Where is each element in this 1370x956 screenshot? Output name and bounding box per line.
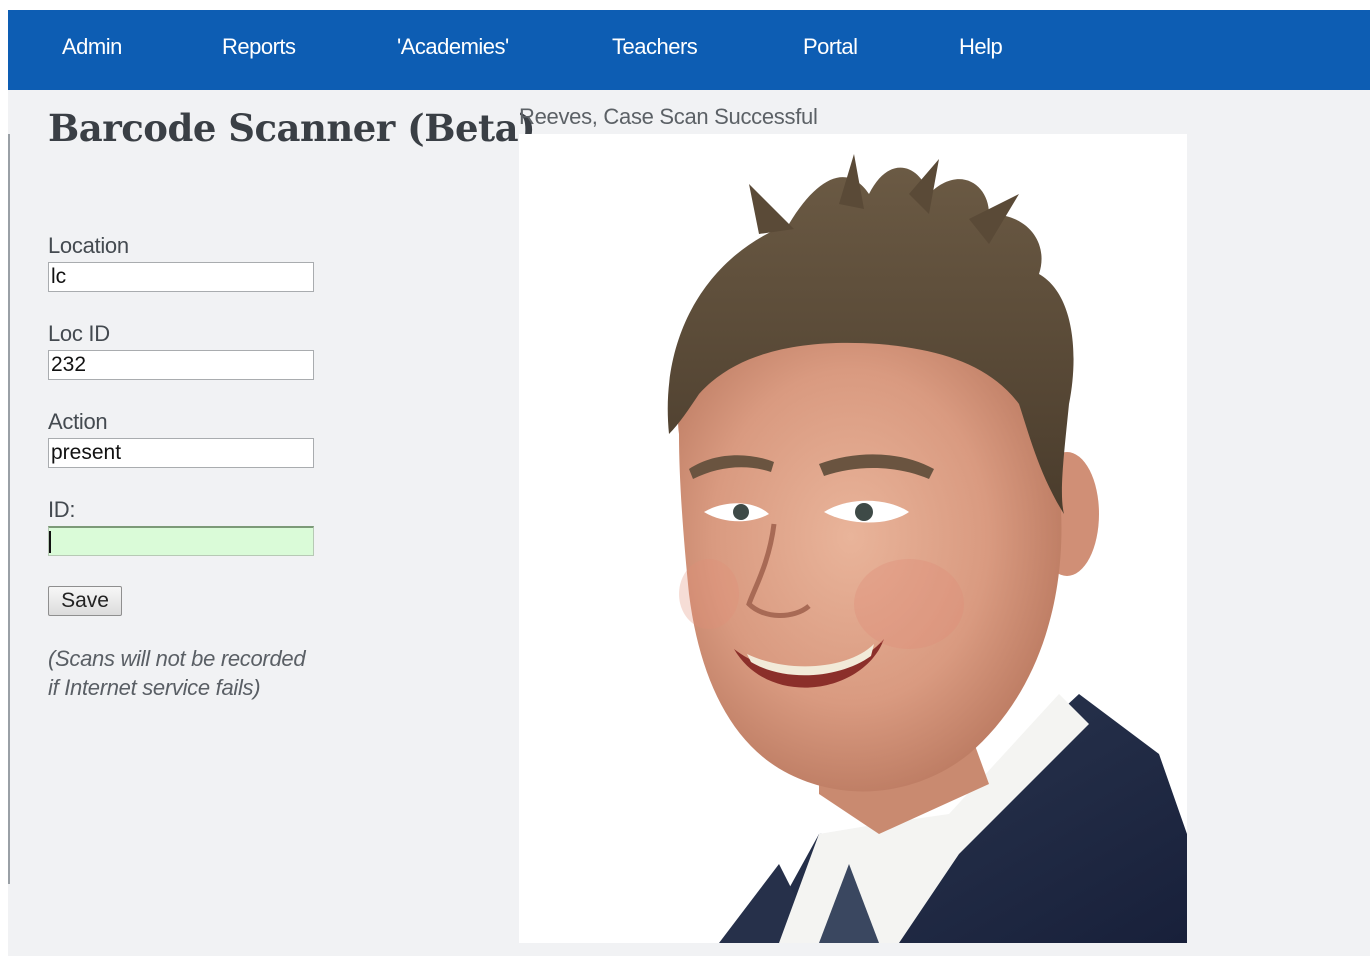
nav-item-reports[interactable]: Reports bbox=[222, 34, 296, 66]
action-input[interactable] bbox=[48, 438, 314, 468]
loc-id-label: Loc ID bbox=[48, 321, 110, 346]
scan-note-line-1: (Scans will not be recorded bbox=[48, 646, 306, 671]
text-caret bbox=[49, 531, 51, 553]
scan-note: (Scans will not be recorded if Internet … bbox=[48, 644, 348, 702]
nav-item-portal[interactable]: Portal bbox=[803, 34, 858, 66]
left-border bbox=[8, 134, 10, 884]
top-nav: Admin Reports 'Academies' Teachers Porta… bbox=[8, 10, 1370, 90]
student-photo bbox=[519, 134, 1187, 943]
nav-item-teachers[interactable]: Teachers bbox=[612, 34, 698, 66]
scan-note-line-2: if Internet service fails) bbox=[48, 675, 261, 700]
id-input[interactable] bbox=[48, 526, 314, 556]
location-label: Location bbox=[48, 233, 129, 258]
scan-status: Reeves, Case Scan Successful bbox=[519, 104, 818, 129]
nav-item-help[interactable]: Help bbox=[959, 34, 1003, 66]
location-input[interactable] bbox=[48, 262, 314, 292]
nav-item-admin[interactable]: Admin bbox=[62, 34, 122, 66]
save-button[interactable]: Save bbox=[48, 586, 122, 616]
action-label: Action bbox=[48, 409, 108, 434]
nav-item-academies[interactable]: 'Academies' bbox=[397, 34, 509, 66]
student-portrait-image bbox=[519, 134, 1187, 943]
id-label: ID: bbox=[48, 497, 76, 522]
page-title: Barcode Scanner (Beta) bbox=[48, 106, 536, 150]
loc-id-input[interactable] bbox=[48, 350, 314, 380]
